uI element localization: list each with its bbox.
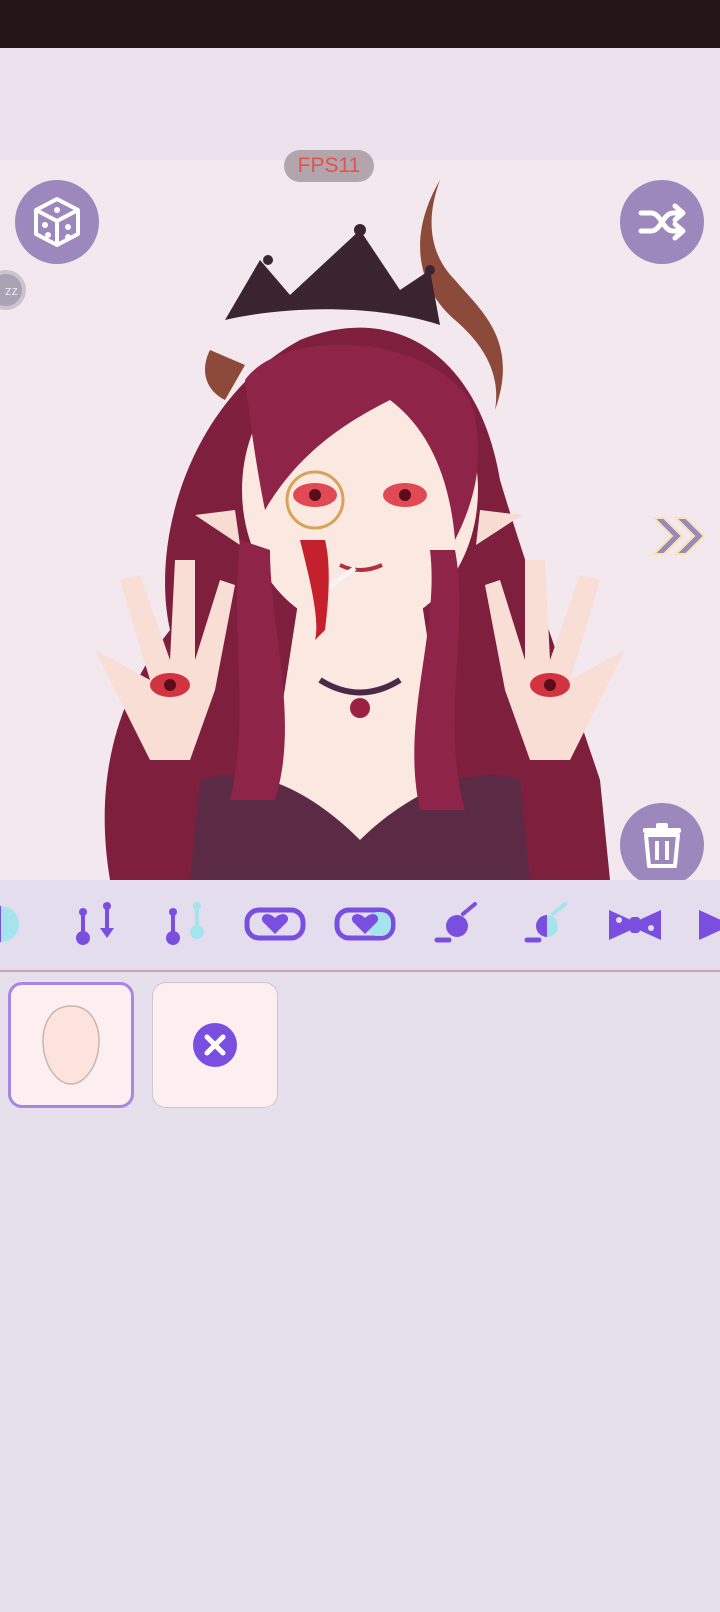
heart-mouth-color-icon [334, 907, 396, 941]
category-heart-mouth[interactable] [240, 898, 310, 950]
piercing-pair-icon [76, 902, 114, 945]
category-nose-ring[interactable] [420, 898, 490, 950]
next-page-button[interactable] [648, 512, 712, 560]
nose-ring-icon [434, 902, 477, 943]
trash-icon [643, 823, 681, 868]
status-bar [0, 0, 720, 48]
partial-icon [699, 910, 720, 940]
category-bow[interactable] [600, 898, 670, 950]
shuffle-button[interactable] [620, 180, 704, 264]
category-color-half-circle[interactable] [0, 898, 36, 950]
character-illustration [95, 180, 625, 880]
delete-button[interactable] [620, 803, 704, 887]
category-piercing-purple[interactable] [60, 898, 130, 950]
left-panel-toggle-label: zz [5, 282, 18, 298]
item-face-base[interactable] [8, 982, 134, 1108]
category-nose-ring-colored[interactable] [510, 898, 580, 950]
category-heart-mouth-colored[interactable] [330, 898, 400, 950]
category-partial[interactable] [690, 898, 720, 950]
heart-mouth-icon [244, 907, 306, 941]
item-none[interactable] [152, 982, 278, 1108]
random-dice-button[interactable] [15, 180, 99, 264]
half-color-circle-icon [0, 906, 19, 942]
character-canvas[interactable] [0, 160, 720, 880]
fps-counter: FPS11 [284, 150, 374, 182]
remove-x-icon [193, 1023, 237, 1067]
category-bar [0, 880, 720, 972]
piercing-pair-color-icon [166, 902, 204, 945]
shuffle-icon [638, 203, 686, 241]
dice-icon [34, 197, 80, 247]
item-grid [0, 972, 720, 1612]
nose-ring-color-icon [524, 902, 567, 943]
bow-icon [609, 910, 661, 940]
face-shape-icon [42, 1005, 100, 1085]
top-area [0, 48, 720, 160]
double-chevron-right-icon [651, 517, 706, 555]
category-piercing-colored[interactable] [150, 898, 220, 950]
